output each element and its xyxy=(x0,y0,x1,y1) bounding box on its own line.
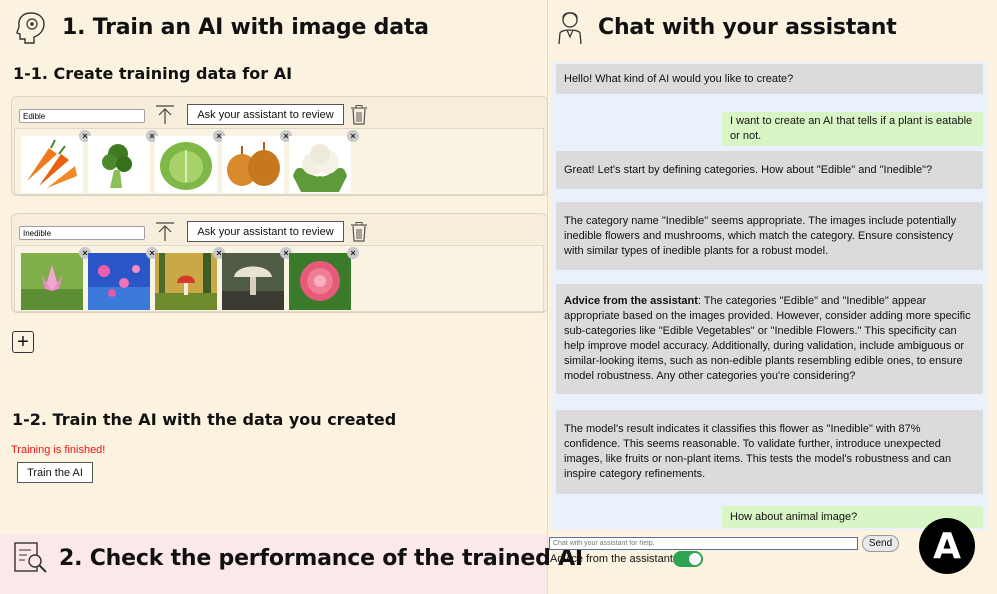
create-data-title: 1-1. Create training data for AI xyxy=(13,64,293,83)
upload-icon[interactable] xyxy=(154,221,176,243)
advice-text: : The categories "Edible" and "Inedible"… xyxy=(564,295,971,382)
panel-badge: A xyxy=(919,518,975,574)
review-button[interactable]: Ask your assistant to review xyxy=(187,104,344,125)
assistant-avatar-icon xyxy=(558,12,582,45)
check-section-header: 2. Check the performance of the trained … xyxy=(13,540,583,576)
lotus-flower-image xyxy=(21,253,83,310)
thumb-carrots[interactable]: × xyxy=(21,130,91,193)
assistant-message: Great! Let's start by defining categorie… xyxy=(556,151,983,189)
white-mushroom-image xyxy=(222,253,284,310)
add-category-button[interactable]: + xyxy=(12,331,34,353)
advice-toggle[interactable] xyxy=(673,551,703,567)
trash-icon[interactable] xyxy=(350,105,368,125)
thumb-pink-dahlia[interactable]: × xyxy=(289,247,359,310)
broccoli-image xyxy=(88,136,150,193)
thumb-cabbage[interactable]: × xyxy=(155,130,225,193)
chat-history[interactable]: Hello! What kind of AI would you like to… xyxy=(551,62,987,530)
thumb-broccoli[interactable]: × xyxy=(88,130,158,193)
thumb-forest-mushroom[interactable]: × xyxy=(155,247,225,310)
image-strip: × × × × × xyxy=(14,128,544,195)
remove-image-button[interactable]: × xyxy=(347,247,359,259)
thumb-blue-pink-flowers[interactable]: × xyxy=(88,247,158,310)
category-name-field[interactable] xyxy=(19,226,145,240)
train-section-title: 1. Train an AI with image data xyxy=(62,14,429,40)
document-search-icon xyxy=(14,542,47,573)
assistant-message: The model's result indicates it classifi… xyxy=(556,410,983,494)
carrots-image xyxy=(21,136,83,193)
train-ai-button[interactable]: Train the AI xyxy=(17,462,93,483)
thumb-cauliflower[interactable]: × xyxy=(289,130,359,193)
category-card: Ask your assistant to review × × xyxy=(11,96,548,196)
onions-image xyxy=(222,136,284,193)
assistant-message: The category name "Inedible" seems appro… xyxy=(556,202,983,270)
advice-toggle-label: Advice from the assistant xyxy=(550,553,673,565)
chat-input[interactable] xyxy=(549,537,858,550)
pink-dahlia-image xyxy=(289,253,351,310)
image-strip: × × × × × xyxy=(14,245,544,312)
train-section-header: 1. Train an AI with image data xyxy=(14,9,429,45)
training-status-text: Training is finished! xyxy=(11,444,106,456)
toggle-knob xyxy=(689,553,701,565)
send-button[interactable]: Send xyxy=(862,535,899,552)
cauliflower-image xyxy=(289,136,351,193)
assistant-message: Hello! What kind of AI would you like to… xyxy=(556,64,983,94)
chat-title: Chat with your assistant xyxy=(598,14,897,40)
cabbage-image xyxy=(155,136,217,193)
ai-head-icon xyxy=(16,12,45,44)
forest-mushroom-image xyxy=(155,253,217,310)
blue-pink-flowers-image xyxy=(88,253,150,310)
trash-icon[interactable] xyxy=(350,222,368,242)
thumb-onions[interactable]: × xyxy=(222,130,292,193)
thumb-lotus-flower[interactable]: × xyxy=(21,247,91,310)
train-model-title: 1-2. Train the AI with the data you crea… xyxy=(12,410,397,429)
upload-icon[interactable] xyxy=(154,104,176,126)
assistant-advice-message: Advice from the assistant: The categorie… xyxy=(556,284,983,394)
remove-image-button[interactable]: × xyxy=(347,130,359,142)
thumb-white-mushroom[interactable]: × xyxy=(222,247,292,310)
check-section-title: 2. Check the performance of the trained … xyxy=(59,545,583,571)
advice-prefix: Advice from the assistant xyxy=(564,295,698,307)
category-name-field[interactable] xyxy=(19,109,145,123)
category-card: Ask your assistant to review × × xyxy=(11,213,548,313)
review-button[interactable]: Ask your assistant to review xyxy=(187,221,344,242)
user-message: I want to create an AI that tells if a p… xyxy=(722,112,983,146)
chat-header: Chat with your assistant xyxy=(556,9,897,45)
